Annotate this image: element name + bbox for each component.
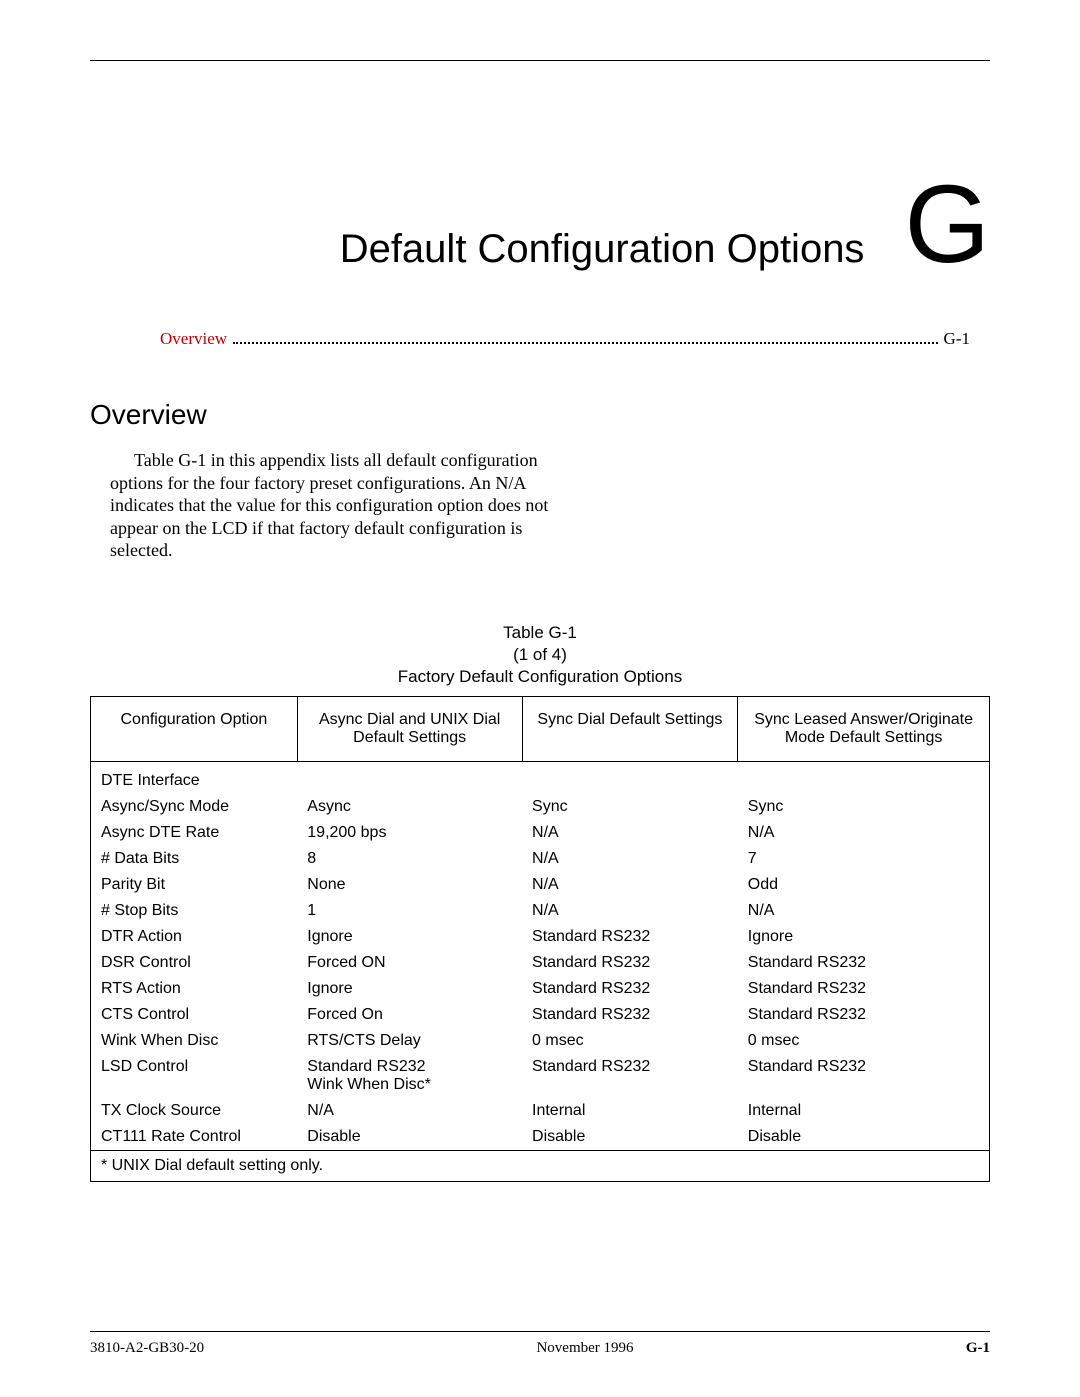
- cell-option: Parity Bit: [91, 872, 298, 898]
- col-header-async: Async Dial and UNIX Dial Default Setting…: [297, 696, 522, 761]
- table-footnote: * UNIX Dial default setting only.: [91, 1150, 990, 1181]
- cell-syncleased: Sync: [738, 794, 990, 820]
- table-row: TX Clock Source N/A Internal Internal: [91, 1098, 990, 1124]
- col-header-syncleased: Sync Leased Answer/Originate Mode Defaul…: [738, 696, 990, 761]
- cell-syncleased: N/A: [738, 898, 990, 924]
- footer-date: November 1996: [536, 1340, 633, 1357]
- col-header-option: Configuration Option: [91, 696, 298, 761]
- cell-async: 19,200 bps: [297, 820, 522, 846]
- table-row: # Stop Bits 1 N/A N/A: [91, 898, 990, 924]
- cell-syncleased: Odd: [738, 872, 990, 898]
- table-row: DTR Action Ignore Standard RS232 Ignore: [91, 924, 990, 950]
- cell-async: Async: [297, 794, 522, 820]
- toc-page: G-1: [944, 329, 970, 349]
- toc-label[interactable]: Overview: [160, 329, 227, 349]
- table-caption-line3: Factory Default Configuration Options: [398, 667, 682, 686]
- cell-async: RTS/CTS Delay: [297, 1028, 522, 1054]
- cell-option: CT111 Rate Control: [91, 1124, 298, 1151]
- section-heading: Overview: [90, 399, 990, 431]
- cell-option: # Stop Bits: [91, 898, 298, 924]
- cell-syncdial: Sync: [522, 794, 738, 820]
- table-caption: Table G-1 (1 of 4) Factory Default Confi…: [90, 622, 990, 688]
- cell-option: CTS Control: [91, 1002, 298, 1028]
- cell-syncdial: N/A: [522, 846, 738, 872]
- overview-paragraph: Table G-1 in this appendix lists all def…: [110, 449, 580, 562]
- cell-async: N/A: [297, 1098, 522, 1124]
- cell-syncdial: Standard RS232: [522, 1054, 738, 1098]
- table-row: CTS Control Forced On Standard RS232 Sta…: [91, 1002, 990, 1028]
- cell-async-line1: Standard RS232: [307, 1058, 425, 1075]
- table-caption-line2: (1 of 4): [513, 645, 567, 664]
- cell-syncleased: Standard RS232: [738, 950, 990, 976]
- cell-async: None: [297, 872, 522, 898]
- table-section-row: DTE Interface: [91, 761, 990, 794]
- cell-option: RTS Action: [91, 976, 298, 1002]
- cell-option: Async/Sync Mode: [91, 794, 298, 820]
- cell-async: Forced On: [297, 1002, 522, 1028]
- cell-async: Ignore: [297, 976, 522, 1002]
- cell-syncdial: Standard RS232: [522, 950, 738, 976]
- cell-syncdial: Standard RS232: [522, 924, 738, 950]
- cell-syncdial: N/A: [522, 820, 738, 846]
- cell-syncleased: N/A: [738, 820, 990, 846]
- cell-syncdial: N/A: [522, 872, 738, 898]
- cell-async: Disable: [297, 1124, 522, 1151]
- chapter-header: Default Configuration Options G: [90, 181, 990, 269]
- chapter-letter: G: [904, 181, 990, 269]
- footer-rule: [90, 1331, 990, 1332]
- cell-async: Ignore: [297, 924, 522, 950]
- cell-syncleased: Standard RS232: [738, 976, 990, 1002]
- cell-syncleased: 7: [738, 846, 990, 872]
- table-row: Wink When Disc RTS/CTS Delay 0 msec 0 ms…: [91, 1028, 990, 1054]
- cell-syncdial: Internal: [522, 1098, 738, 1124]
- cell-async-line2: Wink When Disc*: [307, 1076, 512, 1094]
- toc-entry: Overview G-1: [160, 329, 970, 349]
- table-header-row: Configuration Option Async Dial and UNIX…: [91, 696, 990, 761]
- cell-async: 1: [297, 898, 522, 924]
- cell-syncdial: N/A: [522, 898, 738, 924]
- table-row: DSR Control Forced ON Standard RS232 Sta…: [91, 950, 990, 976]
- cell-async: 8: [297, 846, 522, 872]
- toc-dots: [233, 342, 938, 344]
- cell-syncdial: Disable: [522, 1124, 738, 1151]
- table-row: Parity Bit None N/A Odd: [91, 872, 990, 898]
- table-caption-line1: Table G-1: [503, 623, 577, 642]
- top-rule: [90, 60, 990, 61]
- page-footer: 3810-A2-GB30-20 November 1996 G-1: [90, 1331, 990, 1357]
- cell-option: Wink When Disc: [91, 1028, 298, 1054]
- cell-syncleased: Internal: [738, 1098, 990, 1124]
- cell-option: TX Clock Source: [91, 1098, 298, 1124]
- cell-syncdial: Standard RS232: [522, 1002, 738, 1028]
- section-label: DTE Interface: [91, 761, 298, 794]
- cell-syncdial: Standard RS232: [522, 976, 738, 1002]
- cell-option: DSR Control: [91, 950, 298, 976]
- cell-syncleased: Standard RS232: [738, 1002, 990, 1028]
- cell-async: Forced ON: [297, 950, 522, 976]
- table-footnote-row: * UNIX Dial default setting only.: [91, 1150, 990, 1181]
- cell-syncleased: Disable: [738, 1124, 990, 1151]
- table-row: CT111 Rate Control Disable Disable Disab…: [91, 1124, 990, 1151]
- table-row: LSD Control Standard RS232 Wink When Dis…: [91, 1054, 990, 1098]
- cell-option: DTR Action: [91, 924, 298, 950]
- cell-syncleased: Ignore: [738, 924, 990, 950]
- footer-doc-id: 3810-A2-GB30-20: [90, 1340, 204, 1357]
- footer-page-number: G-1: [966, 1340, 990, 1357]
- cell-option: LSD Control: [91, 1054, 298, 1098]
- table-row: RTS Action Ignore Standard RS232 Standar…: [91, 976, 990, 1002]
- col-header-syncdial: Sync Dial Default Settings: [522, 696, 738, 761]
- table-row: Async/Sync Mode Async Sync Sync: [91, 794, 990, 820]
- cell-async: Standard RS232 Wink When Disc*: [297, 1054, 522, 1098]
- cell-option: # Data Bits: [91, 846, 298, 872]
- cell-syncleased: Standard RS232: [738, 1054, 990, 1098]
- table-row: # Data Bits 8 N/A 7: [91, 846, 990, 872]
- table-row: Async DTE Rate 19,200 bps N/A N/A: [91, 820, 990, 846]
- chapter-title: Default Configuration Options: [340, 229, 865, 269]
- config-table: Configuration Option Async Dial and UNIX…: [90, 696, 990, 1182]
- cell-syncdial: 0 msec: [522, 1028, 738, 1054]
- cell-syncleased: 0 msec: [738, 1028, 990, 1054]
- cell-option: Async DTE Rate: [91, 820, 298, 846]
